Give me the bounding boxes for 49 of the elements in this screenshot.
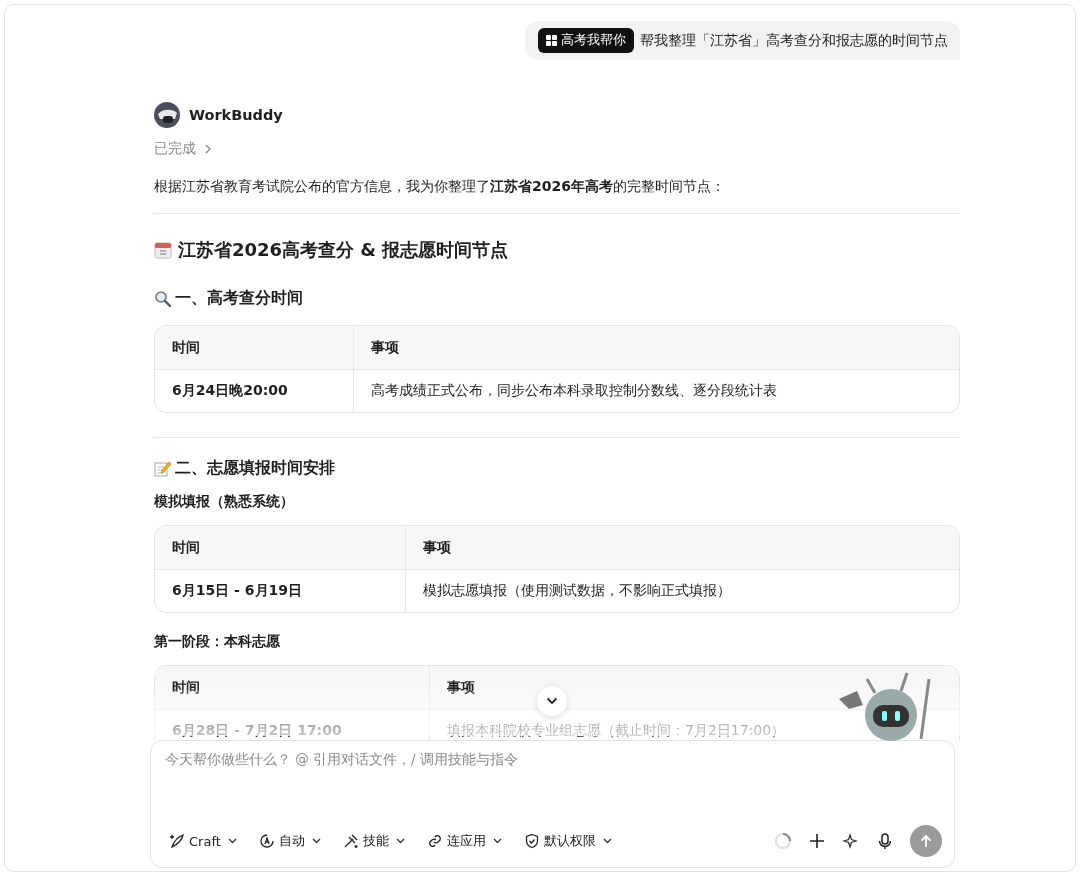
table-cell-text: 6月24日晚20:00	[171, 381, 289, 400]
table-cell: 高考成绩正式公布，同步公布本科录取控制分数线、逐分段统计表	[353, 370, 959, 412]
status-toggle[interactable]: 已完成	[154, 140, 212, 158]
column-header: 事项	[405, 526, 959, 570]
caret-icon	[227, 838, 237, 844]
magnifier-icon	[154, 290, 171, 307]
progress-ring-icon[interactable]	[774, 832, 792, 850]
caret-icon	[602, 838, 612, 844]
table-cell: 模拟志愿填报（使用测试数据，不影响正式填报）	[405, 570, 959, 612]
column-header: 事项	[429, 666, 959, 710]
plus-icon[interactable]	[808, 832, 826, 850]
toolbar-dropdown[interactable]: 连应用	[422, 830, 506, 852]
table-cell-text: 6月15日 - 6月19日	[171, 581, 303, 600]
send-button[interactable]	[910, 825, 942, 857]
link-icon	[426, 833, 443, 849]
toolbar-dropdown[interactable]: 默认权限	[519, 830, 616, 852]
agent-avatar	[154, 102, 180, 128]
report-title: 江苏省2026高考查分 & 报志愿时间节点	[178, 238, 509, 262]
caret-icon	[311, 838, 321, 844]
section-heading: 二、志愿填报时间安排	[175, 458, 335, 479]
shield-check-icon	[523, 833, 540, 849]
intro-paragraph: 根据江苏省教育考试院公布的官方信息，我为你整理了江苏省2026年高考的完整时间节点：	[154, 177, 726, 196]
wand-icon	[342, 833, 359, 849]
sparkle-pen-icon	[169, 833, 185, 849]
table-caption: 第一阶段：本科志愿	[154, 633, 281, 651]
section-heading: 一、高考查分时间	[175, 288, 303, 309]
sparkle-icon[interactable]	[842, 832, 860, 850]
agent-name: WorkBuddy	[189, 107, 283, 123]
table-caption: 模拟填报（熟悉系统）	[154, 493, 295, 511]
column-header: 时间	[155, 526, 405, 570]
memo-pencil-icon	[154, 460, 171, 477]
chevron-right-icon	[204, 144, 212, 154]
user-message-text: 帮我整理「江苏省」高考查分和报志愿的时间节点	[640, 31, 948, 50]
status-label: 已完成	[154, 140, 196, 158]
column-header: 时间	[155, 666, 429, 710]
toolbar-dropdown[interactable]: 技能	[338, 830, 409, 852]
arrow-up-icon	[919, 834, 933, 848]
caret-icon	[395, 838, 405, 844]
column-header: 事项	[353, 326, 959, 370]
grid-icon	[546, 35, 557, 46]
prompt-tag-label: 高考我帮你	[561, 32, 626, 49]
table-cell-text: 6月28日 - 7月2日 17:00	[171, 721, 343, 740]
circle-a-icon	[258, 833, 275, 849]
microphone-icon[interactable]	[876, 832, 894, 850]
toolbar-dropdown[interactable]: 自动	[254, 830, 325, 852]
caret-icon	[492, 838, 502, 844]
column-header: 时间	[155, 326, 353, 370]
toolbar-dropdown[interactable]: Craft	[165, 831, 241, 851]
calendar-icon	[154, 241, 172, 259]
